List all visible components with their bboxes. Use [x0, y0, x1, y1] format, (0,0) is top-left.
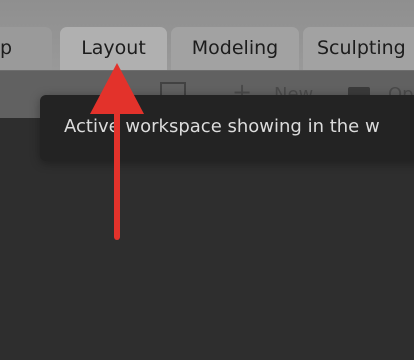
annotation-arrow — [90, 63, 144, 240]
workspace-window: p Layout Modeling Sculpting + New Op Act… — [0, 0, 414, 360]
arrow-head — [90, 63, 144, 114]
